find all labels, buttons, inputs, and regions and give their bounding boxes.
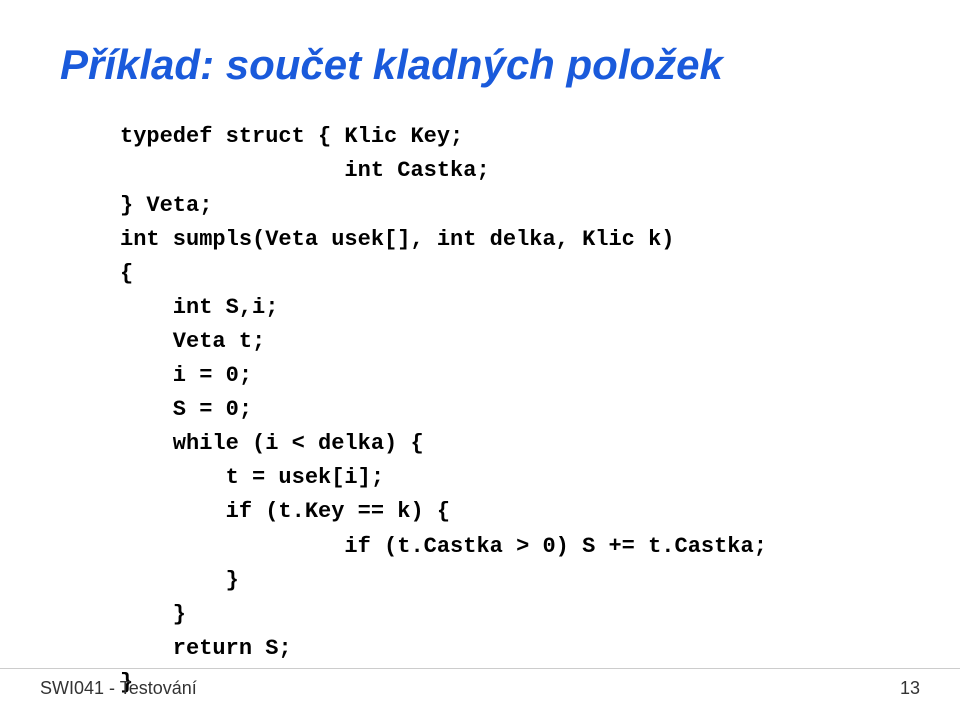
code-line-5: int sumpls(Veta usek[], int delka, Klic …	[120, 223, 900, 257]
code-line-12: while (i < delka) {	[120, 427, 900, 461]
divider-line	[0, 668, 960, 669]
code-line-7: int S,i;	[120, 291, 900, 325]
code-line-6: {	[120, 257, 900, 291]
code-line-8: Veta t;	[120, 325, 900, 359]
code-line-3: } Veta;	[120, 189, 900, 223]
code-line-17: }	[120, 598, 900, 632]
footer: SWI041 - Testování 13	[0, 678, 960, 699]
code-block: typedef struct { Klic Key; int Castka; }…	[120, 120, 900, 700]
code-line-16: }	[120, 564, 900, 598]
code-line-2: int Castka;	[120, 154, 900, 188]
code-line-18: return S;	[120, 632, 900, 666]
slide-title: Příklad: součet kladných položek	[60, 40, 900, 90]
footer-course-label: SWI041 - Testování	[40, 678, 197, 699]
code-line-10: i = 0;	[120, 359, 900, 393]
code-line-15: if (t.Castka > 0) S += t.Castka;	[120, 530, 900, 564]
slide-container: Příklad: součet kladných položek typedef…	[0, 0, 960, 719]
code-line-13: t = usek[i];	[120, 461, 900, 495]
code-line-1: typedef struct { Klic Key;	[120, 120, 900, 154]
code-line-14: if (t.Key == k) {	[120, 495, 900, 529]
code-line-11: S = 0;	[120, 393, 900, 427]
footer-page-number: 13	[900, 678, 920, 699]
